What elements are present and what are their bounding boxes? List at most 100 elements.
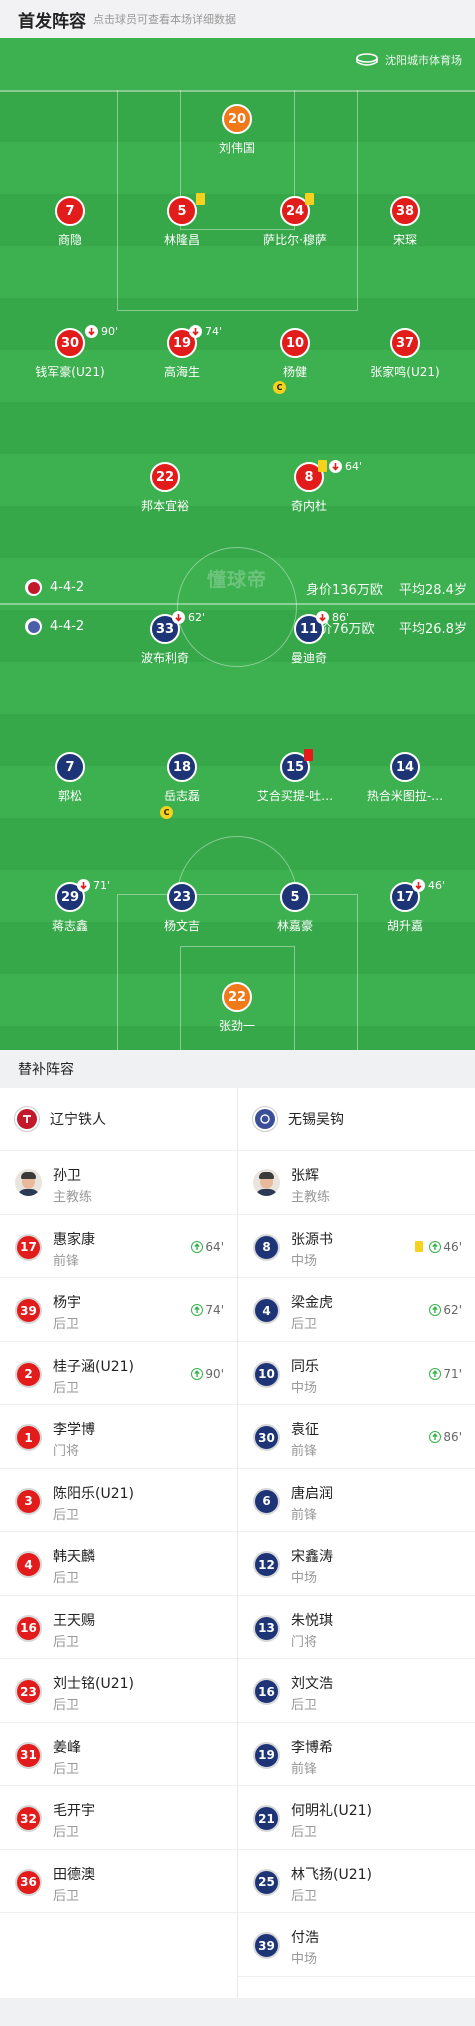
player-name: 姜峰 bbox=[53, 1739, 81, 1756]
substitute-row[interactable]: 6 唐启润 前锋 bbox=[238, 1469, 475, 1532]
jersey-number-badge: 30 bbox=[253, 1424, 280, 1451]
substitute-row[interactable]: 36 田德澳后卫 bbox=[0, 1850, 237, 1913]
substitute-row[interactable]: 12 宋鑫涛 中场 bbox=[238, 1532, 475, 1596]
away-formation: 4-4-2 bbox=[25, 618, 84, 635]
player-position: 前锋 bbox=[291, 1761, 318, 1777]
player-name: 林隆昌 bbox=[163, 233, 200, 247]
sub-minute: 62' bbox=[443, 1303, 462, 1317]
player-name: 田德澳 bbox=[53, 1866, 95, 1883]
player-name: 张劲一 bbox=[218, 1019, 255, 1033]
substitute-row[interactable]: 3 陈阳乐(U21) 后卫 bbox=[0, 1469, 237, 1532]
player-name: 刘文浩 bbox=[291, 1676, 333, 1692]
substituted-off-marker: 62' bbox=[172, 611, 205, 624]
substitute-row[interactable]: 39 付浩 中场 bbox=[238, 1913, 475, 1977]
away-starter[interactable]: 17 胡升嘉 bbox=[340, 882, 470, 946]
away-starter[interactable]: 23 杨文吉 bbox=[117, 882, 247, 946]
sub-on-info: 64' bbox=[191, 1240, 224, 1254]
substitute-row[interactable]: 2 桂子涵(U21) 后卫 90' bbox=[0, 1342, 237, 1405]
player-position: 后卫 bbox=[53, 1761, 80, 1777]
player-name: 宋鑫涛 bbox=[291, 1549, 333, 1565]
stadium-icon bbox=[356, 53, 378, 67]
player-name: 张源书 bbox=[291, 1231, 333, 1248]
substitute-row[interactable]: 31 姜峰后卫 bbox=[0, 1723, 237, 1786]
substituted-off-marker: 90' bbox=[85, 325, 118, 338]
away-starter[interactable]: 7 郭松 bbox=[5, 752, 135, 816]
player-name: 李博希 bbox=[291, 1739, 333, 1756]
coach-row[interactable]: 张辉 主教练 bbox=[238, 1151, 475, 1215]
sub-out-arrow-icon bbox=[412, 879, 425, 892]
sub-in-arrow-icon bbox=[429, 1304, 442, 1316]
substitute-row[interactable]: 21 何明礼(U21) 后卫 bbox=[238, 1786, 475, 1850]
player-name: 邦本宜裕 bbox=[140, 499, 189, 513]
substitute-row[interactable]: 23 刘士铭(U21) 后卫 bbox=[0, 1659, 237, 1723]
jersey-number-badge: 23 bbox=[15, 1678, 42, 1705]
substitute-row[interactable]: 17 惠家康 前锋 64' bbox=[0, 1215, 237, 1278]
player-name: 袁征 bbox=[291, 1422, 319, 1438]
away-team-header[interactable]: 无锡吴钩 bbox=[238, 1088, 475, 1151]
sub-out-arrow-icon bbox=[172, 611, 185, 624]
coach-row[interactable]: 孙卫 主教练 bbox=[0, 1151, 237, 1215]
player-position: 前锋 bbox=[291, 1444, 318, 1459]
substitute-row[interactable]: 32 毛开宇 后卫 bbox=[0, 1786, 237, 1850]
jersey-number-badge: 10 bbox=[253, 1360, 280, 1388]
away-starter[interactable]: 14 热合米图拉-… bbox=[340, 752, 470, 816]
sub-out-arrow-icon bbox=[329, 460, 342, 473]
home-starter[interactable]: 5 林隆昌 bbox=[117, 196, 247, 260]
sub-minute: 64' bbox=[345, 460, 363, 473]
substituted-off-marker: 74' bbox=[189, 325, 222, 338]
sub-in-arrow-icon bbox=[429, 1367, 442, 1380]
substitute-row[interactable]: 4 韩天麟 后卫 bbox=[0, 1532, 237, 1596]
substitute-row[interactable]: 19 李博希 前锋 bbox=[238, 1723, 475, 1786]
player-name: 李学博 bbox=[53, 1422, 95, 1438]
substitutes-panel: 辽宁铁人 孙卫 主教练 17 惠家康 前锋 64' 39 杨宇 后卫 74' 2 桂子涵(U21) 后卫… bbox=[0, 1088, 475, 1998]
substitute-row[interactable]: 13 朱悦琪 门将 bbox=[238, 1596, 475, 1659]
player-position: 中场 bbox=[291, 1380, 318, 1396]
jersey-number-badge: 31 bbox=[15, 1741, 42, 1769]
substitute-row[interactable]: 25 林飞扬(U21) 后卫 bbox=[238, 1850, 475, 1913]
substitute-row[interactable]: 39 杨宇 后卫 74' bbox=[0, 1278, 237, 1342]
sub-minute: 74' bbox=[205, 325, 223, 338]
player-position: 后卫 bbox=[53, 1888, 80, 1904]
home-starter[interactable]: 38 宋琛 bbox=[340, 196, 470, 260]
sub-in-arrow-icon bbox=[429, 1431, 442, 1443]
coach-role: 主教练 bbox=[291, 1190, 331, 1205]
away-starter[interactable]: 33 波布利奇 bbox=[100, 614, 230, 678]
substitute-row[interactable]: 30 袁征 前锋 86' bbox=[238, 1405, 475, 1469]
jersey-number-badge: 6 bbox=[253, 1487, 280, 1515]
away-substitutes: 无锡吴钩 张辉 主教练 8 张源书 中场 46' 4 梁金虎 后卫 62' 10 同乐 中场 71' 30 袁… bbox=[238, 1088, 475, 1977]
substitute-row[interactable]: 16 王天赐 后卫 bbox=[0, 1596, 237, 1659]
substitute-row[interactable]: 16 刘文浩 后卫 bbox=[238, 1659, 475, 1723]
home-starter[interactable]: 7 商隐 bbox=[5, 196, 135, 260]
away-starter[interactable]: 11 曼迪奇 bbox=[244, 614, 374, 678]
sub-minute: 90' bbox=[101, 325, 119, 338]
substitutes-header: 替补阵容 bbox=[0, 1050, 475, 1088]
substitute-row[interactable]: 8 张源书 中场 46' bbox=[238, 1215, 475, 1278]
player-position: 后卫 bbox=[53, 1571, 80, 1586]
home-starter[interactable]: 19 高海生 bbox=[117, 328, 247, 392]
watermark: 懂球帝 bbox=[207, 569, 268, 591]
player-name: 桂子涵(U21) bbox=[53, 1358, 134, 1375]
home-team-header[interactable]: 辽宁铁人 bbox=[0, 1088, 237, 1151]
substitute-row[interactable]: 1 李学博 门将 bbox=[0, 1405, 237, 1469]
home-starter[interactable]: 22 邦本宜裕 bbox=[100, 462, 230, 526]
away-starter[interactable]: 29 蒋志鑫 bbox=[5, 882, 135, 946]
jersey-number-badge: 36 bbox=[15, 1868, 42, 1896]
substituted-off-marker: 71' bbox=[77, 879, 110, 892]
jersey-number-badge: 18 bbox=[167, 752, 197, 782]
player-position: 后卫 bbox=[53, 1380, 80, 1396]
pitch: 沈阳城市体育场 懂球帝 4-4-2 身价136万欧 平均28.4岁 4-4-2 … bbox=[0, 38, 475, 1050]
substituted-off-marker: 46' bbox=[412, 879, 445, 892]
substitute-row[interactable]: 10 同乐 中场 71' bbox=[238, 1342, 475, 1405]
player-name: 杨宇 bbox=[53, 1295, 81, 1311]
sub-in-arrow-icon bbox=[429, 1240, 442, 1253]
jersey-number-badge: 16 bbox=[253, 1678, 280, 1705]
home-starter[interactable]: 37 张家鸣(U21) bbox=[340, 328, 470, 392]
coach-role: 主教练 bbox=[53, 1190, 93, 1205]
substitute-row[interactable]: 4 梁金虎 后卫 62' bbox=[238, 1278, 475, 1342]
jersey-number-badge: 3 bbox=[15, 1487, 42, 1515]
away-starter[interactable]: 22 张劲一 bbox=[172, 982, 302, 1046]
jersey-number-badge: 7 bbox=[55, 196, 85, 226]
red-card-icon bbox=[304, 749, 313, 761]
home-starter[interactable]: 20 刘伟国 bbox=[172, 104, 302, 168]
away-starter[interactable]: 18 岳志磊 bbox=[117, 752, 247, 816]
